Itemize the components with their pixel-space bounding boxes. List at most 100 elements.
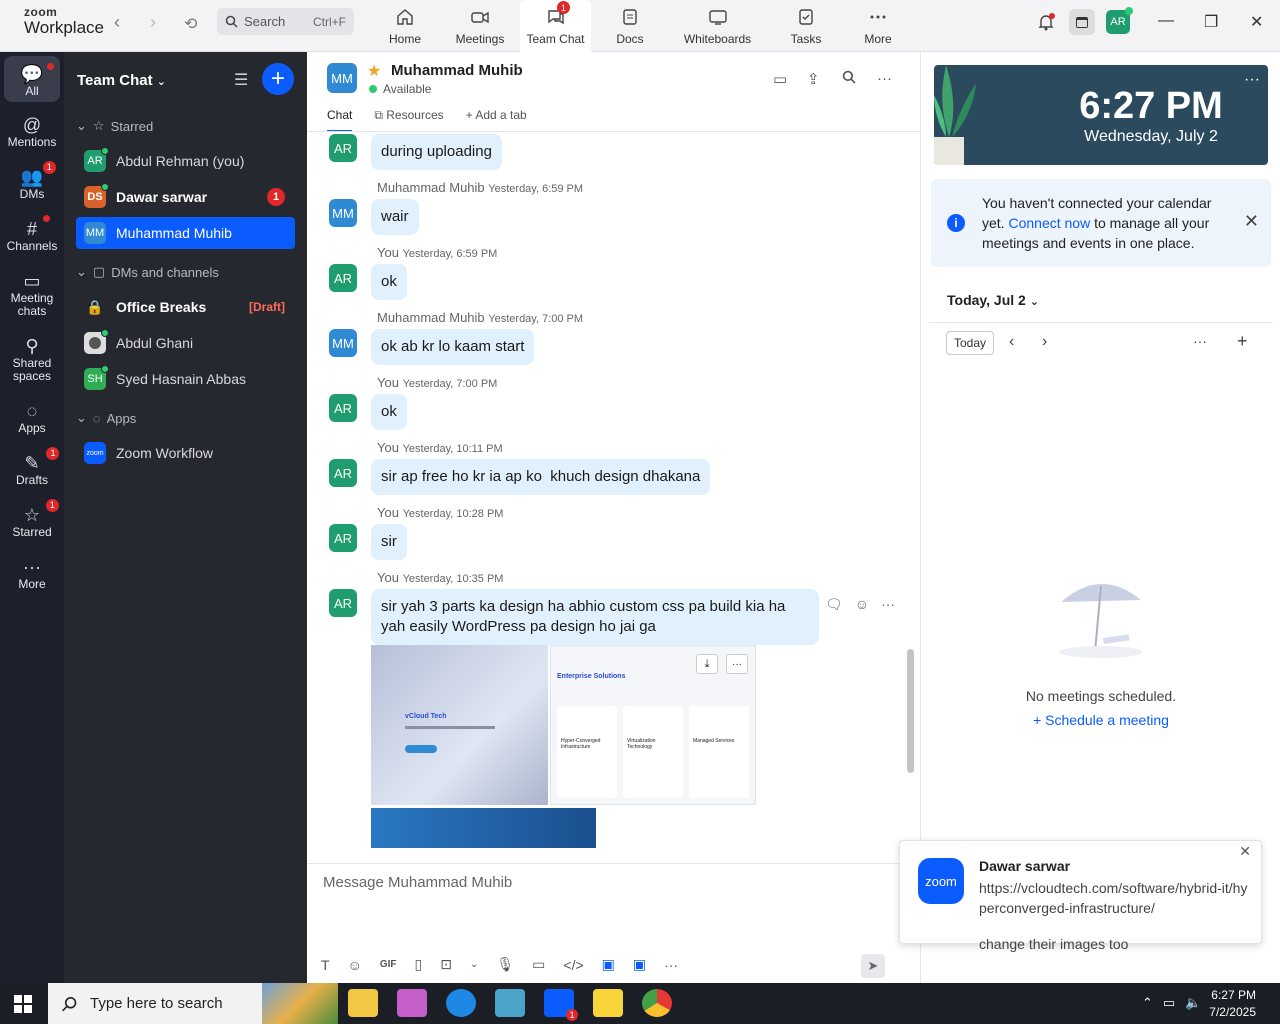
tab-add[interactable]: + Add a tab — [466, 108, 527, 132]
more-icon[interactable]: ··· — [726, 654, 748, 674]
add-event-icon[interactable]: + — [1237, 331, 1248, 352]
today-button[interactable]: Today — [946, 331, 994, 355]
rail-item-all[interactable]: 💬 All — [4, 56, 60, 102]
message-bubble[interactable]: during uploading — [371, 134, 502, 170]
message-bubble[interactable]: sir ap free ho kr ia ap ko khuch design … — [371, 459, 711, 495]
windows-start-icon[interactable] — [14, 995, 32, 1016]
prev-day-icon[interactable]: ‹ — [1009, 333, 1014, 351]
section-starred[interactable]: ⌄ ☆ Starred — [76, 118, 153, 134]
sidebar-item-zoom-workflow[interactable]: zoom Zoom Workflow — [76, 437, 295, 469]
message-avatar[interactable]: AR — [329, 264, 357, 292]
history-icon[interactable]: ⟲ — [184, 14, 197, 34]
next-day-icon[interactable]: › — [1042, 333, 1047, 351]
message-avatar[interactable]: AR — [329, 524, 357, 552]
chevron-up-icon[interactable]: ⌃ — [1142, 995, 1153, 1011]
message-avatar[interactable]: MM — [329, 329, 357, 357]
chat-title[interactable]: Muhammad Muhib — [391, 62, 523, 79]
back-arrow-icon[interactable]: ‹ — [114, 12, 120, 33]
taskbar-clock[interactable]: 6:27 PM 7/2/2025 — [1209, 987, 1256, 1021]
schedule-meeting-link[interactable]: + Schedule a meeting — [921, 712, 1280, 728]
video-call-icon[interactable]: ▭ — [773, 70, 787, 88]
tab-resources[interactable]: ⧉ Resources — [374, 108, 443, 132]
search-bar[interactable]: Search Ctrl+F — [217, 8, 354, 35]
star-icon[interactable]: ★ — [367, 61, 381, 81]
more-icon[interactable]: ··· — [664, 957, 678, 973]
text-format-icon[interactable]: T — [321, 957, 330, 973]
app-icon[interactable] — [495, 989, 525, 1017]
sidebar-item-office-breaks[interactable]: 🔒 Office Breaks [Draft] — [76, 291, 295, 323]
attachment-image[interactable]: Enterprise Solutions ⤓ ··· Hyper-Converg… — [550, 645, 756, 805]
message-bubble[interactable]: wair — [371, 199, 419, 235]
app-icon-2[interactable]: ▣ — [633, 956, 646, 973]
close-icon[interactable]: ✕ — [1244, 211, 1259, 232]
section-dms[interactable]: ⌄ ▢ DMs and channels — [76, 264, 219, 280]
message-bubble[interactable]: ok — [371, 394, 407, 430]
close-window-icon[interactable]: ✕ — [1250, 12, 1263, 32]
sidebar-title[interactable]: Team Chat ⌄ — [77, 72, 166, 89]
rail-item-starred[interactable]: ☆ 1 Starred — [4, 499, 60, 539]
bell-icon[interactable] — [1036, 12, 1056, 35]
tab-chat[interactable]: Chat — [327, 108, 353, 132]
rail-item-apps[interactable]: ◌ Apps — [4, 400, 60, 435]
tab-home[interactable]: Home — [378, 0, 432, 52]
sidebar-item-muhammad-muhib[interactable]: MM Muhammad Muhib — [76, 217, 295, 249]
message-input[interactable]: Message Muhammad Muhib — [323, 874, 512, 891]
app-icon[interactable] — [397, 989, 427, 1017]
download-icon[interactable]: ⤓ — [696, 654, 718, 674]
user-avatar[interactable]: AR — [1106, 7, 1133, 34]
minimize-icon[interactable]: — — [1158, 12, 1174, 30]
network-icon[interactable]: ▭ — [1163, 995, 1175, 1011]
new-chat-button[interactable]: + — [262, 63, 294, 95]
attachment-image[interactable] — [371, 808, 596, 848]
section-apps[interactable]: ⌄ ◌ Apps — [76, 410, 136, 426]
screenshot-icon[interactable]: ⊡ — [440, 956, 452, 973]
rail-item-mentions[interactable]: @ Mentions — [4, 114, 60, 149]
filter-icon[interactable]: ☰ — [234, 70, 248, 90]
microphone-icon[interactable]: 🎙 — [496, 956, 514, 973]
calendar-app-icon[interactable] — [1069, 9, 1095, 35]
emoji-icon[interactable]: ☺ — [855, 596, 869, 613]
zoom-taskbar-icon[interactable]: 1 — [544, 989, 578, 1021]
rail-item-more[interactable]: ··· More — [4, 556, 60, 591]
rail-item-channels[interactable]: # Channels — [4, 215, 60, 253]
date-selector[interactable]: Today, Jul 2 ⌄ — [947, 292, 1039, 308]
rail-item-shared-spaces[interactable]: ⚲ Shared spaces — [4, 335, 60, 383]
video-clip-icon[interactable]: ▭ — [532, 956, 545, 973]
message-avatar[interactable]: AR — [329, 589, 357, 617]
toast-link[interactable]: https://vcloudtech.com/software/hybrid-i… — [979, 878, 1249, 918]
rail-item-dms[interactable]: 👥 1 DMs — [4, 161, 60, 201]
edge-icon[interactable] — [446, 989, 476, 1017]
message-bubble[interactable]: sir — [371, 524, 407, 560]
volume-icon[interactable]: 🔈 — [1185, 995, 1201, 1011]
send-button[interactable]: ➤ — [861, 954, 885, 978]
rail-item-drafts[interactable]: ✎ 1 Drafts — [4, 447, 60, 487]
sidebar-item-dawar-sarwar[interactable]: DS Dawar sarwar 1 — [76, 181, 295, 213]
chrome-icon[interactable] — [642, 989, 672, 1017]
app-icon[interactable]: ▣ — [602, 956, 615, 973]
message-avatar[interactable]: AR — [329, 394, 357, 422]
file-icon[interactable]: ▯ — [415, 956, 423, 973]
tab-meetings[interactable]: Meetings — [452, 0, 508, 52]
share-screen-icon[interactable]: ⇪ — [807, 70, 820, 88]
message-avatar[interactable]: AR — [329, 134, 357, 162]
more-options-icon[interactable]: ··· — [877, 70, 892, 87]
sidebar-item-abdul-rehman[interactable]: AR Abdul Rehman (you) — [76, 145, 295, 177]
emoji-icon[interactable]: ☺ — [348, 957, 362, 973]
more-icon[interactable]: ··· — [1193, 333, 1207, 349]
attachment-image[interactable]: vCloud Tech — [371, 645, 548, 805]
taskbar-search[interactable]: Type here to search — [48, 983, 338, 1024]
notification-toast[interactable]: zoom Dawar sarwar https://vcloudtech.com… — [899, 840, 1262, 952]
chat-avatar[interactable]: MM — [327, 63, 357, 93]
gif-icon[interactable]: GIF — [380, 959, 397, 970]
forward-arrow-icon[interactable]: › — [150, 12, 156, 33]
reply-icon[interactable]: 🗨 — [825, 596, 843, 613]
connect-now-link[interactable]: Connect now — [1008, 215, 1090, 231]
code-icon[interactable]: </> — [563, 957, 583, 973]
tab-docs[interactable]: Docs — [612, 0, 648, 52]
tab-whiteboards[interactable]: Whiteboards — [681, 0, 754, 52]
message-bubble[interactable]: sir yah 3 parts ka design ha abhio custo… — [371, 589, 819, 645]
tab-more[interactable]: More — [860, 0, 896, 52]
tab-team-chat[interactable]: 1 Team Chat — [520, 0, 591, 52]
scrollbar[interactable] — [907, 649, 914, 773]
more-icon[interactable]: ··· — [881, 596, 895, 613]
